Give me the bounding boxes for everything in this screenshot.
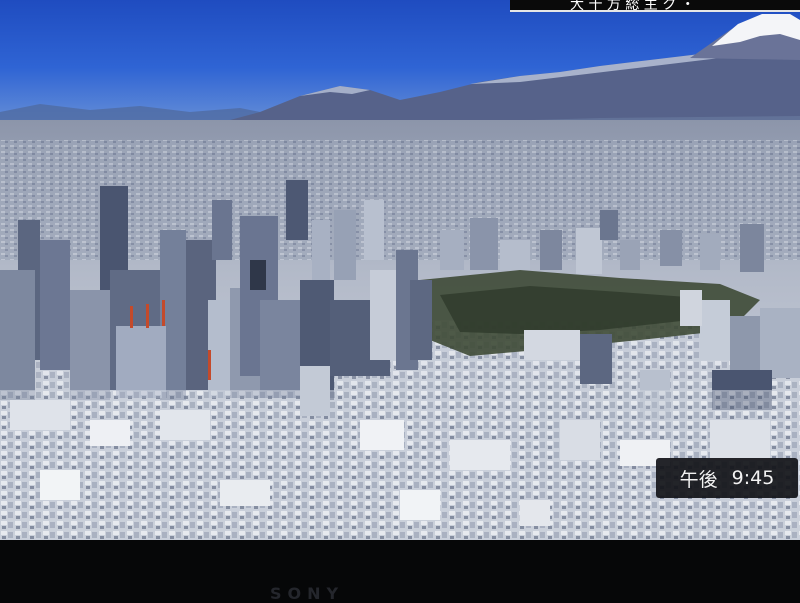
time-overlay: 午後 9:45	[656, 458, 798, 498]
broadcast-banner-text: 大 十 方 総 主 ク ・	[570, 0, 695, 12]
tv-brand-logo: SONY	[270, 584, 345, 603]
time-period: 午後	[679, 468, 718, 491]
tv-screen: 大 十 方 総 主 ク ・ 午後 9:45	[0, 0, 800, 540]
broadcast-banner: 大 十 方 総 主 ク ・	[510, 0, 800, 12]
time-value: 9:45	[731, 467, 775, 489]
tv-bezel	[0, 540, 800, 600]
